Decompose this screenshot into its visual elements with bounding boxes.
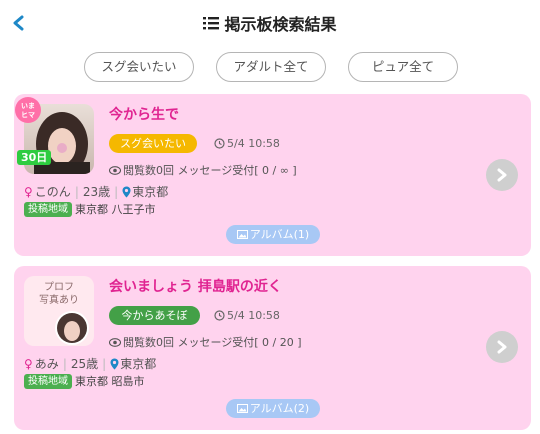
svg-text:プロフ: プロフ [44, 281, 74, 293]
svg-text:いま: いま [21, 101, 35, 110]
clock-icon [214, 310, 225, 321]
female-icon: ♀ [24, 184, 33, 199]
image-icon [236, 230, 248, 239]
list-icon [203, 17, 220, 30]
female-icon: ♀ [24, 356, 33, 371]
user-age: 23歳 [82, 185, 111, 199]
post-area: 投稿地域 東京都 昭島市 [24, 373, 145, 389]
user-photo: プロフ 写真あり [24, 276, 94, 346]
post-card[interactable]: いま ヒマ 30日 今から生で スグ会いたい 5/4 10:58 閲覧数0回 メ… [14, 94, 531, 256]
album-button[interactable]: アルバム(2) [226, 399, 320, 418]
chevron-right-icon [497, 168, 507, 182]
user-age: 25歳 [70, 357, 99, 371]
post-area: 投稿地域 東京都 八王子市 [24, 201, 156, 217]
header-bar: 掲示板検索結果 [0, 0, 540, 46]
user-name: このん [34, 185, 71, 199]
ima-hima-badge-icon: いま ヒマ [15, 97, 41, 123]
user-info: ♀ あみ | 25歳 | 東京都 [24, 356, 157, 372]
page-title: 掲示板検索結果 [224, 15, 337, 34]
area-value: 東京都 八王子市 [75, 203, 156, 216]
svg-text:写真あり: 写真あり [39, 293, 79, 306]
post-title[interactable]: 会いましょう 拝島駅の近く [109, 276, 282, 296]
post-stats: 閲覧数0回 メッセージ受付[ 0 / 20 ] [109, 334, 302, 350]
purpose-tag: スグ会いたい [109, 134, 197, 153]
area-value: 東京都 昭島市 [75, 375, 145, 388]
user-name: あみ [34, 357, 59, 371]
post-time: 5/4 10:58 [214, 137, 280, 150]
post-stats: 閲覧数0回 メッセージ受付[ 0 / ∞ ] [109, 162, 297, 178]
days-badge: 30日 [17, 150, 52, 165]
page-title-group: 掲示板検索結果 [203, 11, 337, 35]
user-info: ♀ このん | 23歳 | 東京都 [24, 184, 169, 200]
post-title[interactable]: 今から生で [109, 104, 179, 124]
purpose-tag: 今からあそぼ [109, 306, 200, 325]
area-label-badge: 投稿地域 [24, 201, 72, 217]
post-card[interactable]: プロフ 写真あり 会いましょう 拝島駅の近く 今からあそぼ 5/4 10:58 … [14, 266, 531, 430]
filter-adult-button[interactable]: アダルト全て [216, 52, 326, 82]
album-button[interactable]: アルバム(1) [226, 225, 320, 244]
filter-bar: スグ会いたい アダルト全て ピュア全て [0, 52, 540, 82]
eye-icon [109, 337, 121, 347]
open-post-button[interactable] [486, 159, 518, 191]
post-time: 5/4 10:58 [214, 309, 280, 322]
location-pin-icon [122, 186, 131, 197]
filter-sugu-button[interactable]: スグ会いたい [84, 52, 194, 82]
clock-icon [214, 138, 225, 149]
open-post-button[interactable] [486, 331, 518, 363]
eye-icon [109, 165, 121, 175]
user-location: 東京都 [120, 357, 157, 371]
location-pin-icon [110, 358, 119, 369]
filter-pure-button[interactable]: ピュア全て [348, 52, 458, 82]
image-icon [236, 404, 248, 413]
user-location: 東京都 [132, 185, 169, 199]
chevron-right-icon [497, 340, 507, 354]
svg-text:ヒマ: ヒマ [21, 111, 35, 119]
area-label-badge: 投稿地域 [24, 373, 72, 389]
